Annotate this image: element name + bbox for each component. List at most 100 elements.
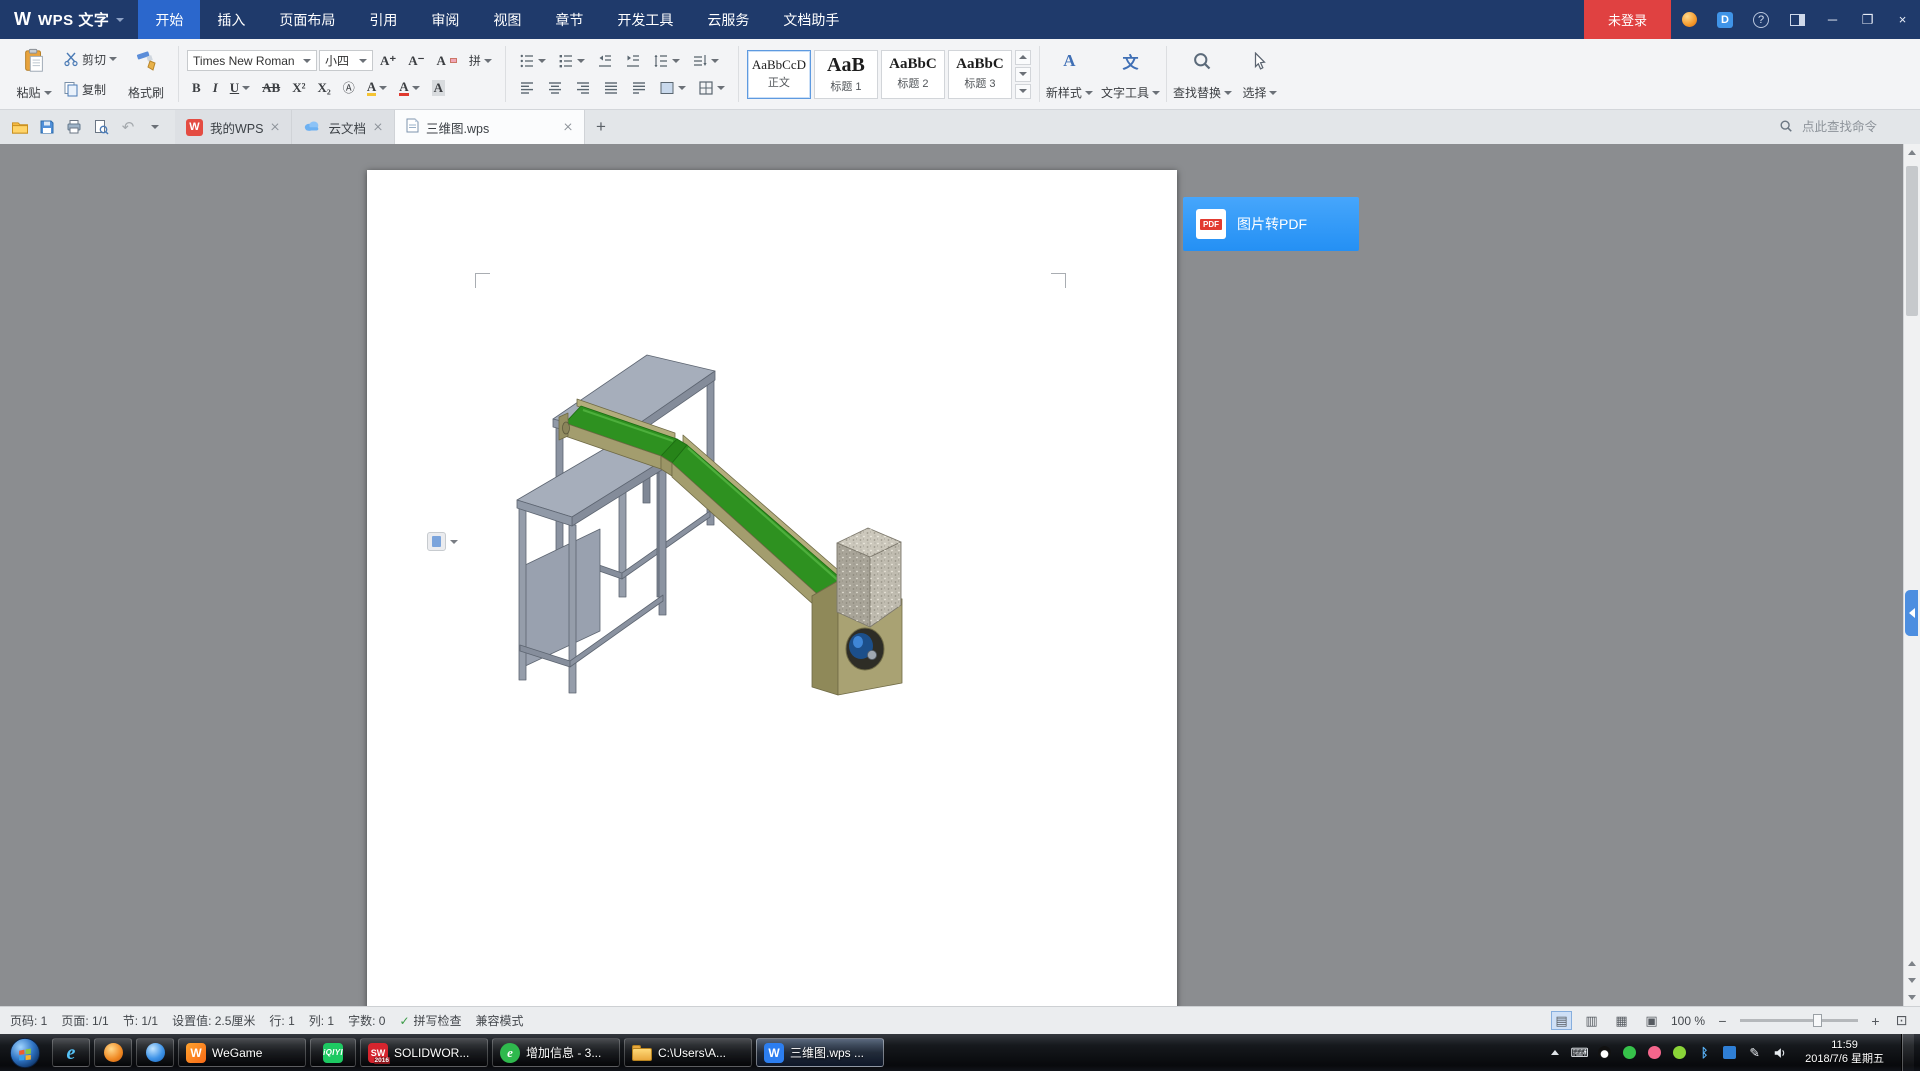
align-center-button[interactable] (542, 77, 568, 99)
font-family-combo[interactable]: Times New Roman (187, 50, 317, 71)
taskbar-solidworks-button[interactable]: SW2016 SOLIDWOR... (360, 1038, 488, 1067)
styles-more-button[interactable] (1015, 84, 1031, 99)
touch-keyboard-icon[interactable]: ⌨ (1571, 1044, 1588, 1061)
menu-tab-review[interactable]: 审阅 (414, 0, 476, 39)
pinyin-guide-button[interactable]: 拼 (464, 50, 497, 72)
command-search-input[interactable] (1800, 119, 1908, 135)
close-tab-icon[interactable] (373, 122, 383, 132)
style-heading-1[interactable]: AaB 标题 1 (814, 50, 878, 99)
taskbar-firefox-button[interactable] (94, 1038, 132, 1067)
member-center-icon[interactable] (1671, 0, 1707, 39)
paste-button[interactable]: 粘贴 (10, 44, 58, 104)
open-folder-button[interactable] (8, 115, 32, 139)
next-page-button[interactable] (1904, 989, 1920, 1006)
clear-format-button[interactable]: A (432, 50, 462, 72)
menu-tab-references[interactable]: 引用 (352, 0, 414, 39)
menu-tab-view[interactable]: 视图 (476, 0, 538, 39)
docer-icon[interactable]: D (1707, 0, 1743, 39)
menu-tab-developer[interactable]: 开发工具 (600, 0, 690, 39)
pen-input-icon[interactable]: ✎ (1746, 1044, 1763, 1061)
taskbar-clock[interactable]: 11:59 2018/7/6 星期五 (1796, 1039, 1893, 1066)
bold-button[interactable]: B (187, 77, 206, 99)
enclosed-char-button[interactable]: Ⓐ (338, 77, 360, 99)
taskbar-browser-window-button[interactable]: e 增加信息 - 3... (492, 1038, 620, 1067)
close-tab-icon[interactable] (563, 122, 573, 132)
menu-tab-page-layout[interactable]: 页面布局 (262, 0, 352, 39)
new-tab-button[interactable]: + (585, 110, 617, 144)
font-size-combo[interactable]: 小四 (319, 50, 373, 71)
styles-scroll-up[interactable] (1015, 50, 1031, 65)
text-tools-button[interactable]: 文 文字工具 (1097, 44, 1164, 104)
view-web-layout-button[interactable]: ▦ (1611, 1011, 1632, 1030)
tray-app-green-icon[interactable] (1621, 1044, 1638, 1061)
align-right-button[interactable] (570, 77, 596, 99)
task-pane-toggle-icon[interactable] (1779, 0, 1815, 39)
image-to-pdf-button[interactable]: PDF 图片转PDF (1183, 197, 1359, 251)
zoom-in-button[interactable]: + (1867, 1012, 1884, 1029)
zoom-slider[interactable] (1740, 1019, 1858, 1022)
shading-button[interactable] (654, 77, 691, 99)
start-button[interactable] (2, 1034, 48, 1071)
scroll-up-arrow[interactable] (1904, 144, 1920, 161)
grow-font-button[interactable]: A⁺ (375, 50, 401, 72)
show-desktop-button[interactable] (1901, 1034, 1914, 1071)
previous-page-button[interactable] (1904, 955, 1920, 972)
login-button[interactable]: 未登录 (1584, 0, 1671, 39)
print-button[interactable] (62, 115, 86, 139)
vertical-scrollbar[interactable] (1903, 144, 1920, 1006)
text-direction-button[interactable] (687, 50, 724, 72)
distribute-button[interactable] (626, 77, 652, 99)
italic-button[interactable]: I (208, 77, 223, 99)
new-style-button[interactable]: A 新样式 (1042, 44, 1097, 104)
tray-show-hidden-icons[interactable] (1546, 1044, 1563, 1061)
tray-app-blue-icon[interactable] (1721, 1044, 1738, 1061)
select-button[interactable]: 选择 (1236, 44, 1284, 104)
decrease-indent-button[interactable] (592, 50, 618, 72)
taskbar-explorer-window-button[interactable]: C:\Users\A... (624, 1038, 752, 1067)
subscript-button[interactable]: X₂ (313, 77, 336, 99)
close-tab-icon[interactable] (270, 122, 280, 132)
find-replace-button[interactable]: 查找替换 (1169, 44, 1236, 104)
taskbar-ie-button[interactable]: e (52, 1038, 90, 1067)
menu-tab-home[interactable]: 开始 (138, 0, 200, 39)
underline-button[interactable]: U (225, 77, 255, 99)
taskbar-wegame-button[interactable]: W WeGame (178, 1038, 306, 1067)
bluetooth-icon[interactable]: ᛒ (1696, 1044, 1713, 1061)
align-left-button[interactable] (514, 77, 540, 99)
scroll-down-arrow[interactable] (1904, 972, 1920, 989)
zoom-percentage[interactable]: 100 % (1671, 1014, 1705, 1028)
zoom-out-button[interactable]: − (1714, 1012, 1731, 1029)
print-preview-button[interactable] (89, 115, 113, 139)
save-button[interactable] (35, 115, 59, 139)
menu-tab-cloud[interactable]: 云服务 (690, 0, 766, 39)
copy-button[interactable]: 复制 (58, 78, 122, 100)
char-shading-button[interactable]: A (427, 77, 450, 99)
view-page-layout-button[interactable]: ▤ (1551, 1011, 1572, 1030)
app-logo[interactable]: W WPS 文字 (0, 0, 138, 39)
numbered-list-button[interactable] (553, 50, 590, 72)
scrollbar-thumb[interactable] (1906, 166, 1918, 316)
zoom-slider-thumb[interactable] (1813, 1014, 1822, 1027)
shrink-font-button[interactable]: A⁻ (403, 50, 429, 72)
embedded-3d-conveyor-image[interactable] (425, 335, 925, 705)
tab-document-3d[interactable]: 三维图.wps (395, 110, 585, 144)
menu-tab-section[interactable]: 章节 (538, 0, 600, 39)
undo-button[interactable]: ↶ (116, 115, 140, 139)
fit-page-button[interactable]: ⊡ (1893, 1012, 1910, 1029)
line-spacing-button[interactable] (648, 50, 685, 72)
tab-my-wps[interactable]: W 我的WPS (175, 110, 292, 144)
style-normal[interactable]: AaBbCcD 正文 (747, 50, 811, 99)
cut-button[interactable]: 剪切 (58, 48, 122, 70)
justify-button[interactable] (598, 77, 624, 99)
view-outline-button[interactable]: ▣ (1641, 1011, 1662, 1030)
view-fullscreen-button[interactable]: ▥ (1581, 1011, 1602, 1030)
increase-indent-button[interactable] (620, 50, 646, 72)
redo-dropdown-button[interactable] (143, 115, 167, 139)
status-word-count[interactable]: 字数: 0 (348, 1012, 385, 1029)
borders-button[interactable] (693, 77, 730, 99)
taskbar-browser360-button[interactable] (136, 1038, 174, 1067)
document-page[interactable] (367, 170, 1177, 1006)
style-heading-2[interactable]: AaBbC 标题 2 (881, 50, 945, 99)
task-pane-collapse-button[interactable] (1905, 590, 1918, 636)
close-button[interactable]: × (1885, 0, 1920, 39)
